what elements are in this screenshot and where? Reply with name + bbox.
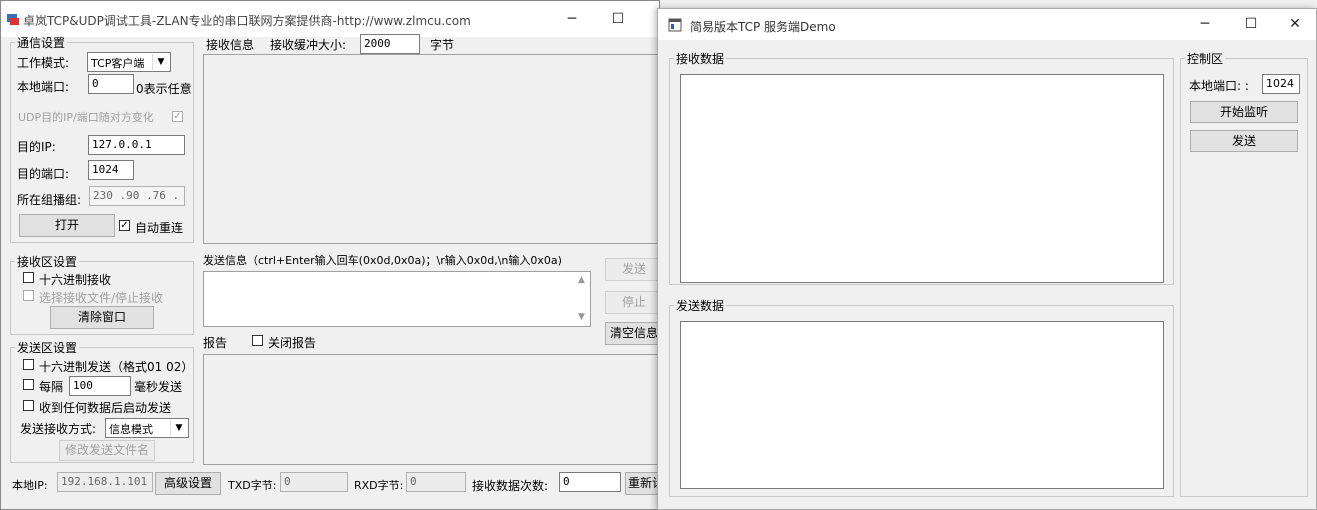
comm-settings-legend: 通信设置 (17, 36, 66, 50)
send-settings-legend: 发送区设置 (17, 341, 78, 355)
send-mode-value: 信息模式 (109, 423, 153, 436)
start-listen-button[interactable]: 开始监听 (1190, 101, 1298, 123)
title-bar[interactable]: 卓岚TCP&UDP调试工具-ZLAN专业的串口联网方案提供商-http://ww… (1, 1, 659, 37)
work-mode-label: 工作模式: (17, 56, 70, 70)
recv-buffer-label: 接收缓冲大小: (270, 38, 347, 52)
hex-recv-label: 十六进制接收 (39, 273, 112, 287)
dest-ip-label: 目的IP: (17, 140, 56, 154)
auto-reconnect-checkbox[interactable]: ✓ (119, 220, 130, 231)
window-title: 卓岚TCP&UDP调试工具-ZLAN专业的串口联网方案提供商-http://ww… (23, 14, 471, 28)
send-mode-label: 发送接收方式: (20, 422, 97, 436)
txd-label: TXD字节: (228, 479, 277, 492)
ms-label: 毫秒发送 (134, 380, 183, 394)
chevron-down-icon: ▼ (170, 420, 187, 436)
local-ip-label: 本地IP: (12, 479, 48, 492)
recv-buffer-input[interactable]: 2000 (360, 34, 420, 54)
work-mode-select[interactable]: TCP客户端 ▼ (87, 52, 171, 72)
select-file-label: 选择接收文件/停止接收 (39, 291, 164, 305)
hex-recv-checkbox[interactable] (23, 272, 34, 283)
title-bar-2[interactable]: 简易版本TCP 服务端Demo ─ ☐ ✕ (658, 9, 1316, 40)
send-info-input[interactable]: ▲ ▼ (203, 271, 591, 327)
send-data-legend: 发送数据 (676, 299, 725, 313)
periodic-send-checkbox[interactable] (23, 379, 34, 390)
recv-settings-legend: 接收区设置 (17, 255, 78, 269)
maximize-button[interactable]: ☐ (595, 4, 641, 34)
clear-window-button[interactable]: 清除窗口 (50, 306, 154, 329)
recv-buffer-unit: 字节 (430, 38, 455, 52)
scroll-up-icon[interactable]: ▲ (573, 272, 590, 289)
local-port-label: 本地端口: (17, 80, 70, 94)
recv-count-field: 0 (559, 472, 621, 492)
local-ip-field: 192.168.1.101 (57, 472, 153, 492)
close-report-label: 关闭报告 (268, 336, 317, 350)
send-info-scrollbar[interactable]: ▲ ▼ (573, 272, 590, 326)
close-button-2[interactable]: ✕ (1272, 9, 1317, 39)
send-info-label: 发送信息（ctrl+Enter输入回车(0x0d,0x0a)；\r输入0x0d,… (203, 254, 562, 267)
server-local-port-label: 本地端口: : (1189, 79, 1249, 93)
clear-info-button[interactable]: 清空信息 (605, 322, 663, 345)
select-file-checkbox[interactable] (23, 290, 34, 301)
window-title-2: 简易版本TCP 服务端Demo (690, 20, 836, 34)
auto-reconnect-label: 自动重连 (135, 221, 184, 235)
udp-follow-label: UDP目的IP/端口随对方变化 (18, 111, 154, 124)
rxd-field: 0 (406, 472, 466, 492)
report-area[interactable] (203, 354, 659, 465)
send-button[interactable]: 发送 (605, 258, 663, 281)
app-icon (7, 14, 19, 25)
recv-info-label: 接收信息 (206, 38, 255, 52)
window-app-icon (668, 18, 682, 32)
auto-send-checkbox[interactable] (23, 400, 34, 411)
send-mode-select[interactable]: 信息模式 ▼ (105, 418, 189, 438)
zlan-tool-window: 卓岚TCP&UDP调试工具-ZLAN专业的串口联网方案提供商-http://ww… (0, 0, 665, 510)
period-input[interactable]: 100 (69, 376, 131, 396)
dest-ip-input[interactable]: 127.0.0.1 (88, 135, 185, 155)
every-label: 每隔 (39, 380, 64, 394)
advanced-settings-button[interactable]: 高级设置 (155, 472, 221, 495)
hex-send-label: 十六进制发送（格式01 02） (39, 360, 194, 374)
tcp-server-demo-window: 简易版本TCP 服务端Demo ─ ☐ ✕ 接收数据 发送数据 控制区 本地端口… (657, 8, 1317, 510)
control-legend: 控制区 (1187, 52, 1224, 66)
recv-count-label: 接收数据次数: (472, 479, 549, 493)
dest-port-label: 目的端口: (17, 167, 70, 181)
minimize-button-2[interactable]: ─ (1182, 9, 1228, 39)
scroll-down-icon[interactable]: ▼ (573, 309, 590, 326)
server-local-port-input[interactable]: 1024 (1262, 74, 1300, 94)
multicast-input[interactable]: 230 .90 .76 . 1 (89, 186, 185, 206)
local-port-input[interactable]: 0 (88, 74, 134, 94)
dest-port-input[interactable]: 1024 (88, 160, 134, 180)
auto-send-label: 收到任何数据后启动发送 (39, 401, 172, 415)
chevron-down-icon: ▼ (152, 54, 169, 70)
modify-send-file-button[interactable]: 修改发送文件名 (59, 440, 155, 461)
minimize-button[interactable]: ─ (549, 4, 595, 34)
recv-info-area[interactable] (203, 54, 659, 244)
udp-follow-checkbox[interactable]: ✓ (172, 111, 183, 122)
hex-send-checkbox[interactable] (23, 359, 34, 370)
multicast-label: 所在组播组: (17, 193, 82, 207)
recv-data-textbox[interactable] (680, 74, 1164, 283)
open-button[interactable]: 打开 (19, 214, 115, 237)
send-data-textbox[interactable] (680, 321, 1164, 489)
stop-button[interactable]: 停止 (605, 291, 663, 314)
close-report-checkbox[interactable] (252, 335, 263, 346)
local-port-hint: 0表示任意 (136, 82, 192, 96)
recv-data-legend: 接收数据 (676, 52, 725, 66)
server-send-button[interactable]: 发送 (1190, 130, 1298, 152)
report-label: 报告 (203, 336, 228, 350)
maximize-button-2[interactable]: ☐ (1228, 9, 1274, 39)
txd-field: 0 (280, 472, 348, 492)
work-mode-value: TCP客户端 (91, 57, 145, 70)
rxd-label: RXD字节: (354, 479, 404, 492)
